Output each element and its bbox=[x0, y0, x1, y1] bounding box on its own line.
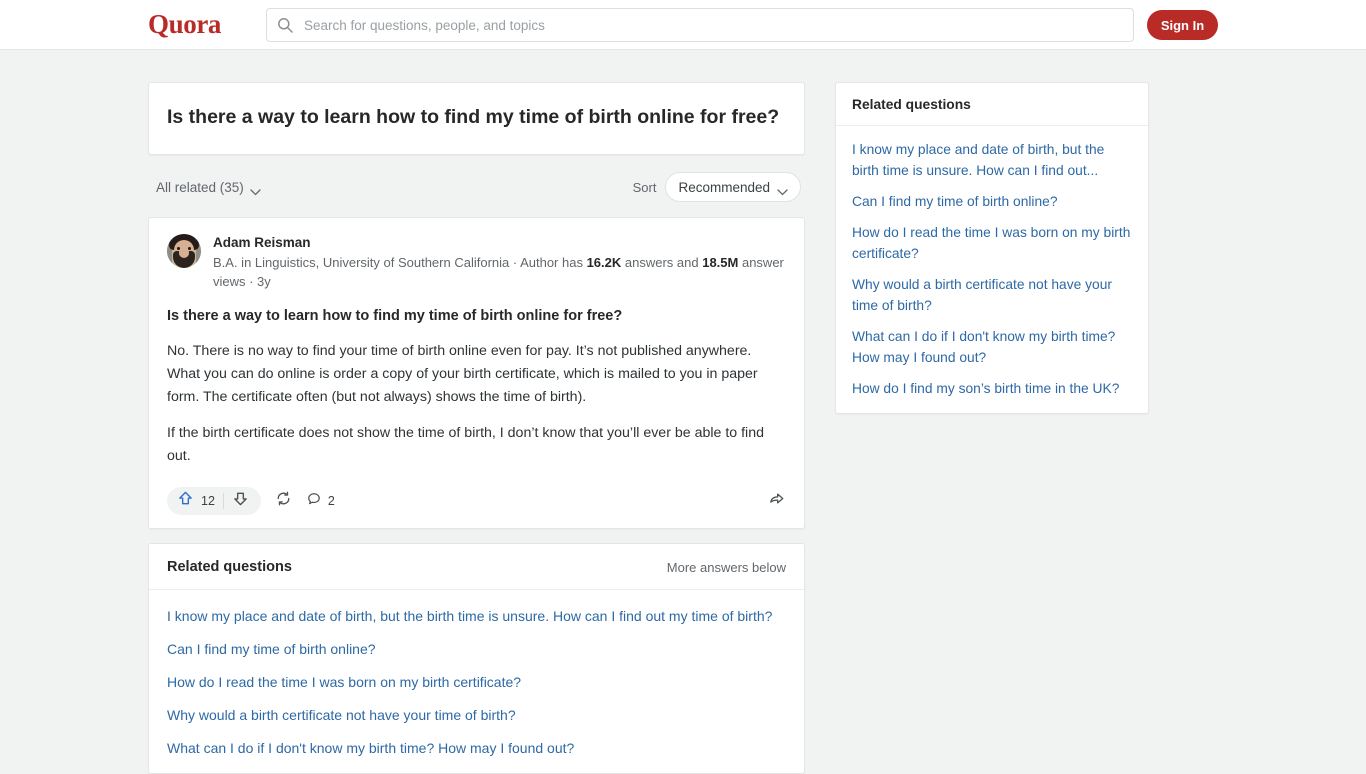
views-count: 18.5M bbox=[702, 255, 739, 270]
related-question-link[interactable]: How do I read the time I was born on my … bbox=[167, 660, 786, 693]
answer-body: No. There is no way to find your time of… bbox=[167, 340, 786, 468]
sort-label: Sort bbox=[632, 179, 657, 195]
vote-pill: 12 bbox=[167, 487, 261, 515]
question-card: Is there a way to learn how to find my t… bbox=[148, 82, 805, 155]
share-icon bbox=[767, 489, 786, 513]
page-title: Is there a way to learn how to find my t… bbox=[167, 106, 780, 128]
page-body: Is there a way to learn how to find my t… bbox=[0, 50, 1366, 774]
site-header: Quora Sign In bbox=[0, 0, 1366, 50]
answers-count: 16.2K bbox=[586, 255, 622, 270]
answer-question-restated: Is there a way to learn how to find my t… bbox=[167, 308, 623, 324]
answer-paragraph: No. There is no way to find your time of… bbox=[167, 343, 758, 405]
upvote-icon bbox=[177, 490, 194, 512]
sidebar-related-link[interactable]: How do I read the time I was born on my … bbox=[852, 212, 1132, 264]
main-column: Is there a way to learn how to find my t… bbox=[148, 82, 805, 774]
all-related-label: All related (35) bbox=[156, 179, 244, 195]
answer-actions: 12 2 bbox=[167, 487, 335, 515]
upvote-button[interactable]: 12 bbox=[171, 490, 223, 512]
comment-button[interactable]: 2 bbox=[306, 491, 335, 512]
search-icon bbox=[277, 17, 293, 33]
chevron-down-icon bbox=[777, 184, 788, 195]
sort-group: Sort Recommended bbox=[633, 172, 801, 202]
sidebar: Related questions I know my place and da… bbox=[835, 82, 1149, 414]
author-name[interactable]: Adam Reisman bbox=[213, 234, 786, 251]
share-button[interactable] bbox=[767, 489, 786, 513]
downvote-icon bbox=[232, 490, 249, 512]
credential-prefix: B.A. in Linguistics, University of South… bbox=[213, 255, 587, 270]
sort-value: Recommended bbox=[678, 179, 770, 195]
quora-logo[interactable]: Quora bbox=[148, 9, 221, 40]
downvote-button[interactable] bbox=[224, 490, 257, 512]
answer-card: Adam Reisman B.A. in Linguistics, Univer… bbox=[148, 217, 805, 529]
more-answers-below-label[interactable]: More answers below bbox=[667, 560, 786, 575]
author-row: Adam Reisman B.A. in Linguistics, Univer… bbox=[167, 234, 786, 291]
comment-icon bbox=[306, 491, 322, 512]
related-question-link[interactable]: I know my place and date of birth, but t… bbox=[167, 594, 786, 627]
related-questions-card: Related questions More answers below I k… bbox=[148, 543, 805, 774]
answer-action-bar: 12 2 bbox=[167, 484, 786, 518]
sort-dropdown[interactable]: Recommended bbox=[665, 172, 801, 202]
sidebar-title: Related questions bbox=[836, 83, 1148, 126]
related-questions-header: Related questions More answers below bbox=[149, 544, 804, 590]
credential-mid: answers and bbox=[621, 255, 703, 270]
all-related-dropdown[interactable]: All related (35) bbox=[156, 180, 261, 195]
related-question-link[interactable]: What can I do if I don't know my birth t… bbox=[167, 726, 786, 759]
sidebar-related-card: Related questions I know my place and da… bbox=[835, 82, 1149, 414]
search-bar[interactable] bbox=[266, 8, 1134, 42]
related-questions-list: I know my place and date of birth, but t… bbox=[149, 590, 804, 773]
sign-in-button[interactable]: Sign In bbox=[1147, 10, 1218, 40]
related-questions-title: Related questions bbox=[167, 559, 292, 575]
filter-row: All related (35) Sort Recommended bbox=[148, 171, 805, 203]
search-input[interactable] bbox=[302, 16, 1123, 34]
related-question-link[interactable]: Why would a birth certificate not have y… bbox=[167, 693, 786, 726]
author-credential: B.A. in Linguistics, University of South… bbox=[213, 253, 786, 291]
related-question-link[interactable]: Can I find my time of birth online? bbox=[167, 627, 786, 660]
repost-icon bbox=[275, 490, 292, 512]
sidebar-related-link[interactable]: I know my place and date of birth, but t… bbox=[852, 129, 1132, 181]
sidebar-related-link[interactable]: Why would a birth certificate not have y… bbox=[852, 264, 1132, 316]
comment-count: 2 bbox=[327, 494, 335, 508]
sidebar-related-link[interactable]: How do I find my son’s birth time in the… bbox=[852, 368, 1132, 399]
upvote-count: 12 bbox=[201, 494, 215, 508]
repost-button[interactable] bbox=[275, 490, 292, 512]
sidebar-related-link[interactable]: What can I do if I don't know my birth t… bbox=[852, 316, 1132, 368]
avatar[interactable] bbox=[167, 234, 201, 268]
answer-paragraph: If the birth certificate does not show t… bbox=[167, 425, 764, 464]
chevron-down-icon bbox=[250, 184, 261, 195]
sidebar-related-link[interactable]: Can I find my time of birth online? bbox=[852, 181, 1132, 212]
sidebar-related-list: I know my place and date of birth, but t… bbox=[836, 126, 1148, 413]
author-meta: Adam Reisman B.A. in Linguistics, Univer… bbox=[213, 234, 786, 291]
